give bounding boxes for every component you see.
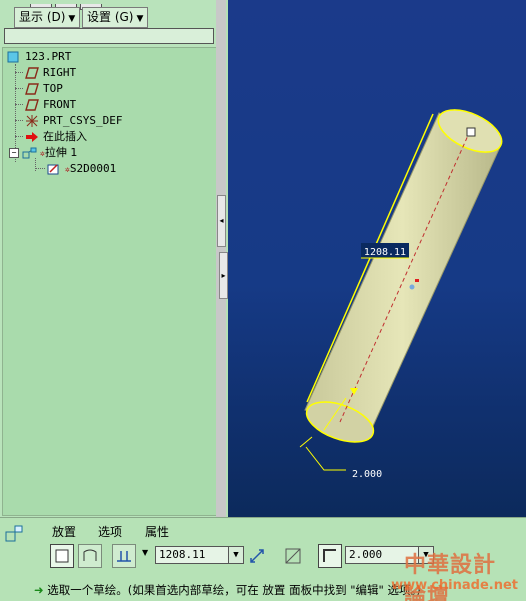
tree-item-csys[interactable]: PRT_CSYS_DEF bbox=[25, 113, 122, 128]
tab-placement[interactable]: 放置 bbox=[52, 523, 76, 540]
tab-options[interactable]: 选项 bbox=[98, 523, 122, 540]
graphics-area[interactable]: 1208.11 2.000 bbox=[228, 0, 526, 517]
tree-item-right[interactable]: RIGHT bbox=[25, 65, 76, 80]
depth-value-field[interactable]: 1208.11 ▼ bbox=[155, 546, 244, 564]
expand-right-icon[interactable]: ▸ bbox=[219, 252, 228, 299]
pivot-point bbox=[409, 284, 415, 290]
collapse-toggle-icon[interactable]: − bbox=[9, 148, 19, 158]
tree-connector bbox=[15, 104, 23, 105]
navigator-panel: 显示 (D) ▼ 设置 (G) ▼ 123.PRT RIGHT TOP FRON… bbox=[0, 0, 226, 517]
tree-root[interactable]: 123.PRT bbox=[7, 49, 71, 64]
display-menu-label: 显示 (D) bbox=[19, 10, 66, 24]
tree-item-label: PRT_CSYS_DEF bbox=[43, 114, 123, 127]
extrude-dashboard: 放置 选项 属性 ▼ 1208.11 ▼ 2.000 ▼ ➜ 选取一个草绘。(如… bbox=[0, 517, 526, 601]
dimension-leader bbox=[305, 446, 346, 471]
tree-root-label: 123.PRT bbox=[25, 50, 72, 63]
part-icon bbox=[7, 51, 21, 63]
remove-material-icon[interactable] bbox=[284, 547, 302, 565]
tree-item-top[interactable]: TOP bbox=[25, 81, 63, 96]
model-tree-menubar: 显示 (D) ▼ 设置 (G) ▼ bbox=[0, 6, 216, 28]
tree-item-front[interactable]: FRONT bbox=[25, 97, 76, 112]
tree-connector bbox=[15, 136, 23, 137]
direction-marker bbox=[415, 279, 419, 282]
collapse-left-icon[interactable]: ◂ bbox=[217, 195, 226, 247]
tree-item-sketch[interactable]: ✲S2D0001 bbox=[47, 161, 116, 176]
extrude-feature-icon bbox=[4, 524, 24, 544]
settings-menu-label: 设置 (G) bbox=[87, 10, 134, 24]
chevron-down-icon: ▼ bbox=[136, 14, 144, 24]
prompt-arrow-icon: ➜ bbox=[34, 583, 44, 597]
thickness-dimension-label: 2.000 bbox=[352, 469, 382, 480]
thicken-sketch-button[interactable] bbox=[318, 544, 342, 568]
depth-value-text: 1208.11 bbox=[159, 548, 206, 561]
tree-item-label: 拉伸 1 bbox=[44, 146, 78, 159]
tree-item-insert-here[interactable]: 在此插入 bbox=[25, 129, 87, 144]
model-view: 1208.11 2.000 bbox=[299, 109, 503, 480]
extrude-icon bbox=[22, 147, 37, 159]
datum-plane-icon bbox=[25, 67, 39, 79]
datum-plane-icon bbox=[25, 83, 39, 95]
watermark-url: www.chinade.net bbox=[391, 578, 518, 593]
thickness-value-text: 2.000 bbox=[349, 548, 383, 561]
depth-drag-handle bbox=[466, 127, 476, 137]
message-text: 选取一个草绘。(如果首选内部草绘，可在 放置 面板中找到 "编辑" 选项。) bbox=[47, 583, 421, 597]
watermark-logo: 中華設計論壇 www.chinade.net bbox=[391, 545, 524, 601]
tree-item-label: TOP bbox=[43, 82, 63, 95]
chevron-down-icon[interactable]: ▼ bbox=[228, 547, 243, 563]
tab-properties[interactable]: 属性 bbox=[145, 523, 169, 540]
extrude-surface-button[interactable] bbox=[78, 544, 102, 568]
tree-item-extrude[interactable]: − ✲拉伸 1 bbox=[9, 145, 77, 160]
settings-menu[interactable]: 设置 (G) ▼ bbox=[82, 7, 149, 28]
tree-item-label: FRONT bbox=[43, 98, 77, 111]
extrude-solid-button[interactable] bbox=[50, 544, 74, 568]
tree-item-label: 在此插入 bbox=[43, 130, 87, 143]
tree-connector bbox=[15, 120, 23, 121]
cylinder-body bbox=[304, 112, 501, 427]
depth-option-button[interactable] bbox=[112, 544, 136, 568]
model-tree: 123.PRT RIGHT TOP FRONT PRT_CSYS_DEF 在此插… bbox=[2, 47, 218, 516]
tree-filter-field[interactable] bbox=[4, 28, 214, 44]
insert-here-arrow-icon bbox=[25, 131, 39, 143]
tree-connector bbox=[15, 88, 23, 89]
tree-connector bbox=[15, 72, 23, 73]
display-menu[interactable]: 显示 (D) ▼ bbox=[14, 7, 81, 28]
proe-window: 显示 (D) ▼ 设置 (G) ▼ 123.PRT RIGHT TOP FRON… bbox=[0, 0, 526, 601]
sketch-icon bbox=[47, 163, 61, 175]
tree-item-label: RIGHT bbox=[43, 66, 77, 79]
chevron-down-icon[interactable]: ▼ bbox=[142, 548, 148, 557]
chevron-down-icon: ▼ bbox=[68, 14, 76, 24]
tree-connector bbox=[35, 168, 45, 169]
depth-dimension-label: 1208.11 bbox=[364, 247, 406, 258]
flip-direction-icon[interactable] bbox=[248, 547, 266, 565]
message-line: ➜ 选取一个草绘。(如果首选内部草绘，可在 放置 面板中找到 "编辑" 选项。) bbox=[34, 582, 421, 598]
csys-icon bbox=[25, 115, 39, 127]
tree-item-label: S2D0001 bbox=[69, 162, 117, 175]
datum-plane-icon bbox=[25, 99, 39, 111]
thickness-arrow bbox=[299, 436, 313, 448]
